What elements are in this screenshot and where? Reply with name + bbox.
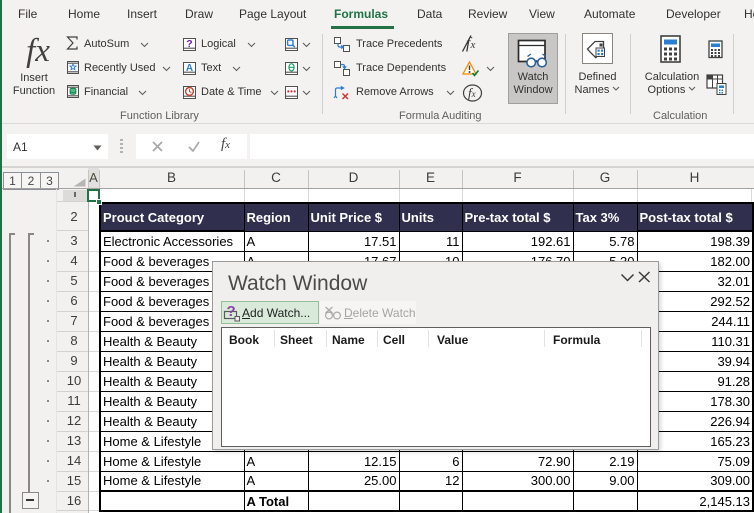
svg-text:?: ? [227, 303, 236, 320]
svg-text:A: A [186, 63, 193, 74]
svg-text:?: ? [186, 38, 192, 50]
